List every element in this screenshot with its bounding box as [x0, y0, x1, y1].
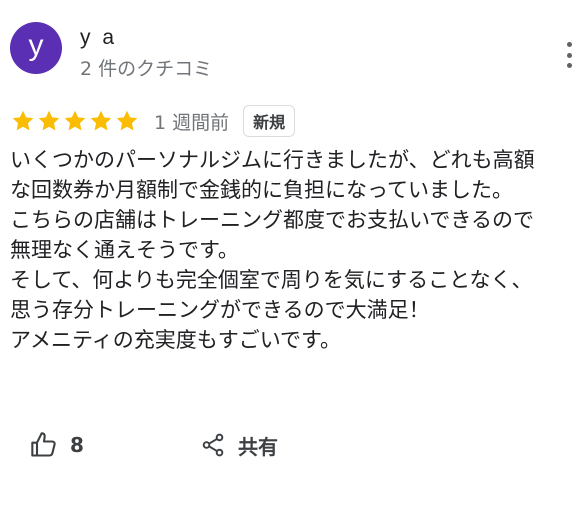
star-icon	[116, 110, 138, 131]
new-badge: 新規	[243, 105, 296, 137]
avatar-letter: y	[28, 29, 44, 62]
share-icon	[202, 433, 224, 457]
more-vertical-icon[interactable]	[562, 42, 576, 68]
reviewer-name[interactable]: y a	[80, 26, 117, 50]
star-icon	[64, 110, 86, 131]
review-text: いくつかのパーソナルジムに行きましたが、どれも高額 な回数券か月額制で金銭的に負…	[10, 148, 535, 352]
star-rating	[10, 108, 140, 134]
reviewer-review-count: 2 件のクチコミ	[80, 58, 213, 80]
star-icon	[90, 110, 112, 131]
star-icon	[12, 110, 34, 131]
share-button[interactable]: 共有	[200, 428, 278, 462]
like-button[interactable]: 8	[30, 428, 84, 462]
avatar[interactable]: y	[10, 22, 62, 74]
star-icon	[38, 110, 60, 131]
review-date: 1 週間前	[154, 111, 230, 134]
thumbs-up-icon	[31, 432, 56, 457]
share-label: 共有	[238, 434, 278, 459]
like-count: 8	[70, 433, 84, 457]
rating-row: 1 週間前 新規	[10, 104, 296, 138]
